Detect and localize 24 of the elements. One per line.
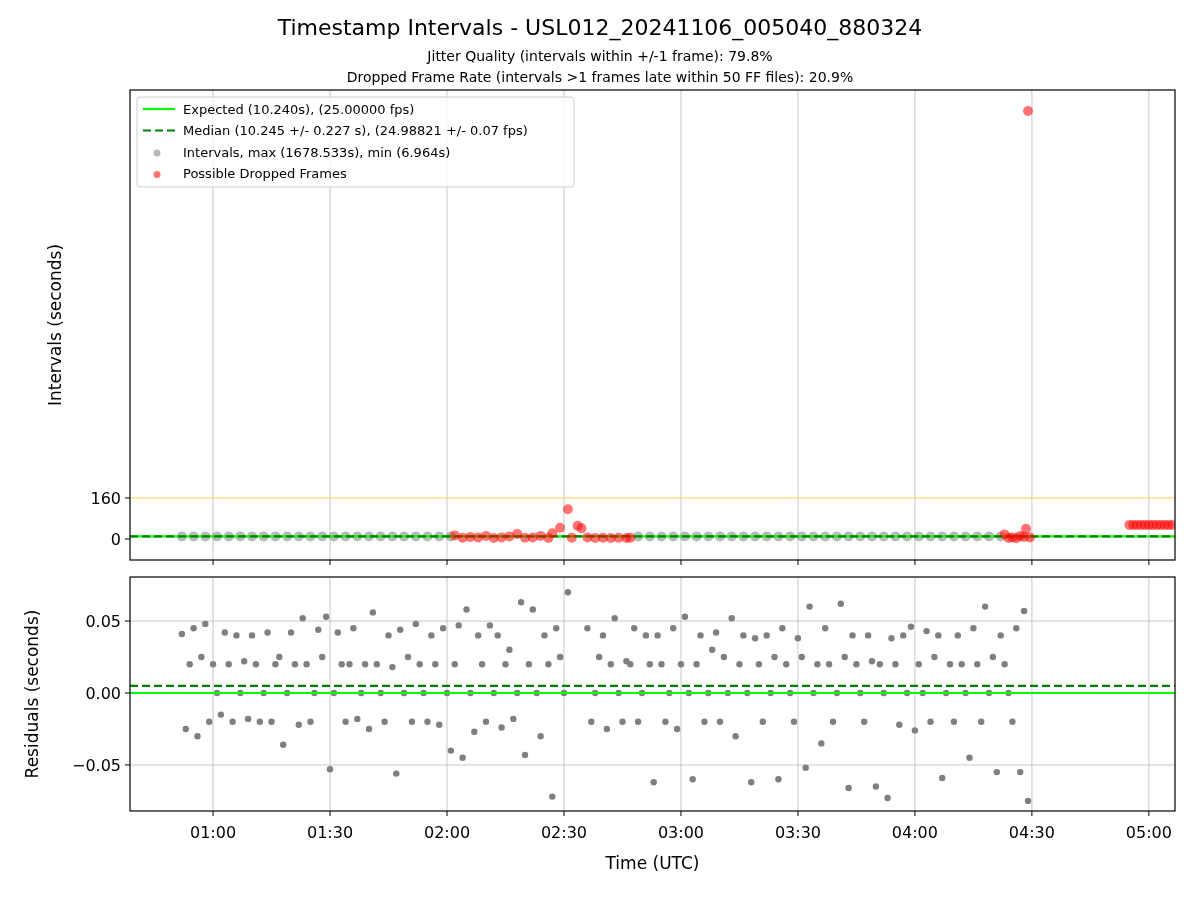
tick-label: 04:00 bbox=[891, 823, 938, 842]
axis-title: Intervals (seconds) bbox=[45, 243, 65, 407]
tick-label: 0.00 bbox=[85, 684, 121, 703]
legend-label: Intervals, max (1678.533s), min (6.964s) bbox=[183, 144, 451, 160]
tick-label: 01:30 bbox=[307, 823, 354, 842]
tick-label: 0 bbox=[110, 530, 121, 549]
tick-label: 160 bbox=[90, 489, 121, 508]
tick-label: 0.05 bbox=[85, 612, 121, 632]
chart-subtitle: Dropped Frame Rate (intervals >1 frames late within 50 FF files): 20.9% bbox=[346, 68, 854, 87]
tick-label: 04:30 bbox=[1008, 823, 1055, 842]
legend-label: Possible Dropped Frames bbox=[183, 166, 347, 181]
axis-title: Residuals (seconds) bbox=[22, 609, 42, 779]
legend-label: Expected (10.240s), (25.00000 fps) bbox=[183, 101, 415, 117]
legend-label: Median (10.245 +/- 0.227 s), (24.98821 +/- 0.07 fps) bbox=[183, 123, 528, 138]
tick-label: 03:00 bbox=[657, 823, 704, 842]
tick-label: −0.05 bbox=[71, 755, 121, 775]
chart-subtitle: Jitter Quality (intervals within +/-1 frame): 79.8% bbox=[427, 47, 773, 66]
chart-title: Timestamp Intervals - USL012_20241106_005040_880324 bbox=[277, 14, 923, 42]
tick-label: 01:00 bbox=[190, 823, 237, 842]
tick-label: 02:30 bbox=[540, 823, 588, 842]
tick-label: 02:00 bbox=[423, 823, 471, 842]
tick-label: 03:30 bbox=[774, 823, 821, 842]
tick-label: 05:00 bbox=[1125, 823, 1172, 842]
axis-title: Time (UTC) bbox=[605, 853, 700, 873]
